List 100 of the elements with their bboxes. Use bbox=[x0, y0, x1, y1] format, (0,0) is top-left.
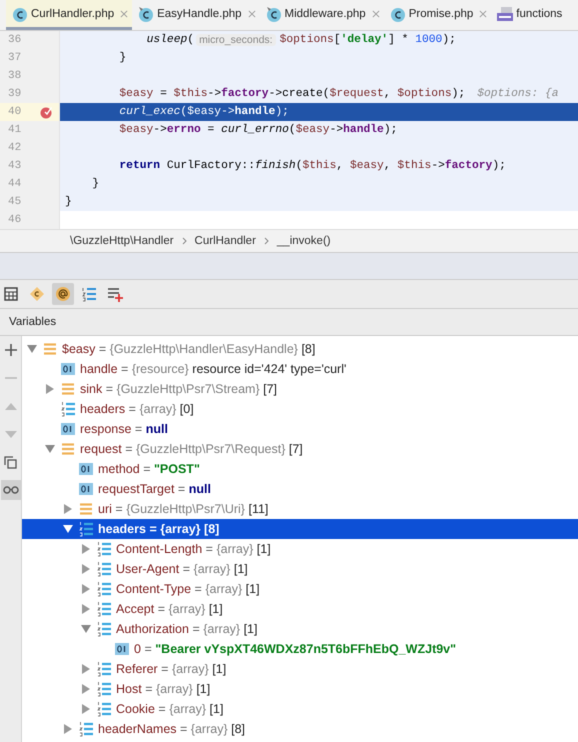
breadcrumb-item[interactable]: __invoke() bbox=[276, 235, 331, 247]
variable-text: method = "POST" bbox=[98, 462, 200, 476]
collapsed-arrow-icon[interactable] bbox=[63, 504, 73, 514]
line-number: 42 bbox=[7, 142, 22, 154]
breadcrumb-item[interactable]: \GuzzleHttp\Handler bbox=[70, 235, 174, 247]
field-object-icon bbox=[61, 382, 75, 396]
expanded-arrow-icon[interactable] bbox=[81, 624, 91, 634]
array-list-icon bbox=[97, 541, 111, 557]
primitive-value-icon bbox=[115, 643, 129, 655]
primitive-value-icon bbox=[79, 483, 93, 495]
expanded-arrow-icon[interactable] bbox=[63, 524, 73, 534]
variable-row[interactable]: User-Agent = {array} [1] bbox=[22, 559, 578, 579]
variable-text: headers = {array} [0] bbox=[80, 402, 194, 416]
line-number: 36 bbox=[7, 34, 22, 46]
variable-row[interactable]: headers = {array} [8] bbox=[22, 519, 578, 539]
field-object-icon bbox=[79, 502, 93, 516]
variable-text: handle = {resource} resource id='424' type='curl' bbox=[80, 362, 346, 376]
variable-text: Accept = {array} [1] bbox=[116, 602, 223, 616]
pinned-class-file-icon bbox=[266, 6, 282, 22]
chevron-icon bbox=[264, 237, 269, 245]
variable-text: Content-Type = {array} [1] bbox=[116, 582, 260, 596]
variable-row[interactable]: $easy = {GuzzleHttp\Handler\EasyHandle} [8] bbox=[22, 339, 578, 359]
file-tab[interactable]: EasyHandle.php bbox=[132, 0, 260, 30]
close-icon[interactable] bbox=[479, 10, 488, 18]
variable-row[interactable]: response = null bbox=[22, 419, 578, 439]
variable-text: uri = {GuzzleHttp\Psr7\Uri} [11] bbox=[98, 502, 268, 516]
php-file-icon bbox=[497, 6, 514, 20]
field-object-icon bbox=[43, 342, 57, 356]
variable-row[interactable]: Accept = {array} [1] bbox=[22, 599, 578, 619]
file-tab[interactable]: Middleware.php bbox=[260, 0, 384, 30]
array-list-icon bbox=[97, 601, 111, 617]
line-number: 41 bbox=[7, 124, 22, 136]
array-list-icon bbox=[97, 661, 111, 677]
variable-row[interactable]: requestTarget = null bbox=[22, 479, 578, 499]
file-tab[interactable]: Promise.php bbox=[384, 0, 492, 30]
expanded-arrow-icon[interactable] bbox=[45, 444, 55, 454]
variable-text: response = null bbox=[80, 422, 168, 436]
variable-text: $easy = {GuzzleHttp\Handler\EasyHandle} [8] bbox=[62, 342, 316, 356]
line-number: 44 bbox=[7, 178, 22, 190]
file-tab[interactable]: functions bbox=[491, 0, 566, 30]
close-icon[interactable] bbox=[120, 10, 128, 18]
line-number: 45 bbox=[7, 196, 22, 208]
array-list-icon bbox=[61, 401, 75, 417]
variable-text: 0 = "Bearer vYspXT46WDXz87n5T6bFFhEbQ_WZJt9v" bbox=[134, 642, 456, 656]
collapsed-arrow-icon[interactable] bbox=[45, 384, 55, 394]
variable-row[interactable]: Authorization = {array} [1] bbox=[22, 619, 578, 639]
line-number: 46 bbox=[7, 214, 22, 226]
variable-row[interactable]: Host = {array} [1] bbox=[22, 679, 578, 699]
primitive-value-icon bbox=[61, 423, 75, 435]
breakpoint-icon[interactable] bbox=[40, 106, 53, 118]
expanded-arrow-icon[interactable] bbox=[27, 344, 37, 354]
array-list-icon bbox=[79, 721, 93, 737]
pinned-class-file-icon bbox=[138, 6, 154, 22]
primitive-value-icon bbox=[79, 463, 93, 475]
variable-text: Content-Length = {array} [1] bbox=[116, 542, 271, 556]
variable-text: request = {GuzzleHttp\Psr7\Request} [7] bbox=[80, 442, 303, 456]
variable-text: Referer = {array} [1] bbox=[116, 662, 226, 676]
variable-row[interactable]: sink = {GuzzleHttp\Psr7\Stream} [7] bbox=[22, 379, 578, 399]
variable-row[interactable]: headers = {array} [0] bbox=[22, 399, 578, 419]
line-number: 43 bbox=[7, 160, 22, 172]
variable-row[interactable]: 0 = "Bearer vYspXT46WDXz87n5T6bFFhEbQ_WZJt9v" bbox=[22, 639, 578, 659]
variable-text: requestTarget = null bbox=[98, 482, 211, 496]
at-toggle[interactable] bbox=[52, 283, 74, 305]
variable-text: User-Agent = {array} [1] bbox=[116, 562, 248, 576]
variable-text: Authorization = {array} [1] bbox=[116, 622, 258, 636]
chevron-icon bbox=[182, 237, 187, 245]
variable-row[interactable]: method = "POST" bbox=[22, 459, 578, 479]
glasses-icon[interactable] bbox=[0, 480, 20, 500]
field-object-icon bbox=[61, 442, 75, 456]
array-list-icon bbox=[97, 701, 111, 717]
array-list-icon bbox=[97, 681, 111, 697]
primitive-value-icon bbox=[61, 363, 75, 375]
close-icon[interactable] bbox=[372, 10, 380, 18]
variable-text: Host = {array} [1] bbox=[116, 682, 210, 696]
class-file-icon bbox=[12, 6, 28, 22]
array-list-icon bbox=[79, 521, 93, 537]
variable-row[interactable]: Referer = {array} [1] bbox=[22, 659, 578, 679]
variable-row[interactable]: handle = {resource} resource id='424' type='curl' bbox=[22, 359, 578, 379]
variable-row[interactable]: Content-Type = {array} [1] bbox=[22, 579, 578, 599]
class-file-icon bbox=[390, 6, 406, 22]
variable-row[interactable]: uri = {GuzzleHttp\Psr7\Uri} [11] bbox=[22, 499, 578, 519]
line-number: 38 bbox=[7, 70, 22, 82]
variable-row[interactable]: Cookie = {array} [1] bbox=[22, 699, 578, 719]
array-list-icon bbox=[97, 581, 111, 597]
variable-text: Cookie = {array} [1] bbox=[116, 702, 224, 716]
array-list-icon bbox=[97, 561, 111, 577]
line-number: 39 bbox=[7, 88, 22, 100]
breadcrumb-item[interactable]: CurlHandler bbox=[194, 235, 256, 247]
variable-row[interactable]: headerNames = {array} [8] bbox=[22, 719, 578, 739]
line-number: 40 bbox=[7, 106, 22, 118]
variable-text: headers = {array} [8] bbox=[98, 522, 220, 536]
file-tab[interactable]: CurlHandler.php bbox=[6, 0, 132, 30]
variable-row[interactable]: request = {GuzzleHttp\Psr7\Request} [7] bbox=[22, 439, 578, 459]
panel-title: Variables bbox=[0, 309, 578, 336]
close-icon[interactable] bbox=[248, 10, 256, 18]
variable-row[interactable]: Content-Length = {array} [1] bbox=[22, 539, 578, 559]
variable-text: sink = {GuzzleHttp\Psr7\Stream} [7] bbox=[80, 382, 278, 396]
array-list-icon bbox=[97, 621, 111, 637]
variable-text: headerNames = {array} [8] bbox=[98, 722, 246, 736]
line-number: 37 bbox=[7, 52, 22, 64]
